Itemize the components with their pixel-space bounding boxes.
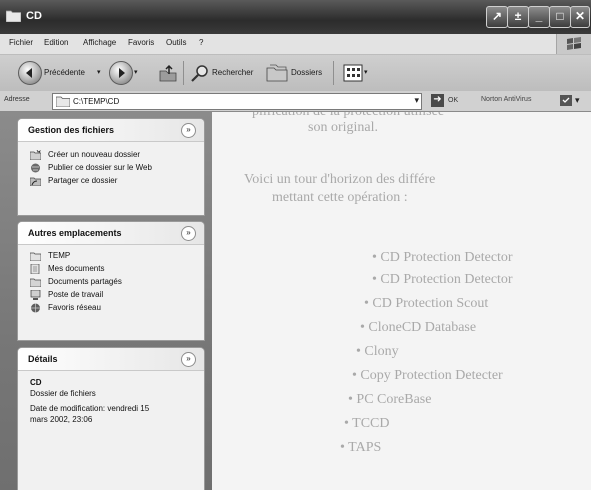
task-share-folder-label: Partager ce dossier — [48, 176, 118, 185]
other-places-header[interactable]: Autres emplacements » — [18, 222, 204, 245]
go-arrow-icon[interactable]: ➜ — [431, 94, 444, 107]
folders-icon[interactable] — [266, 64, 288, 82]
menu-fichier[interactable]: Fichier — [9, 38, 33, 47]
search-button[interactable]: Rechercher — [212, 68, 253, 77]
folder-icon — [30, 252, 41, 261]
menu-bar: Fichier Edition Affichage Favoris Outils… — [0, 34, 591, 55]
norton-antivirus-label[interactable]: Norton AntiVirus — [481, 96, 531, 103]
folder-icon — [56, 96, 70, 107]
search-icon[interactable] — [190, 63, 210, 83]
task-share-folder[interactable]: Partager ce dossier — [18, 175, 204, 188]
folders-button[interactable]: Dossiers — [291, 68, 322, 77]
task-publish-web[interactable]: Publier ce dossier sur le Web — [18, 162, 204, 175]
toolbar-separator — [333, 61, 334, 85]
background-text-line: • CloneCD Database — [360, 320, 477, 335]
details-title: Détails — [28, 354, 58, 364]
place-network-label: Favoris réseau — [48, 303, 101, 312]
menu-favoris[interactable]: Favoris — [128, 38, 154, 47]
computer-icon — [30, 290, 41, 300]
other-places-title: Autres emplacements — [28, 228, 122, 238]
details-name: CD — [30, 378, 42, 387]
background-text-line: son original. — [308, 120, 378, 135]
background-text-line: • CD Protection Detector — [372, 250, 513, 265]
details-type: Dossier de fichiers — [30, 389, 96, 398]
views-icon[interactable] — [343, 64, 363, 82]
place-computer[interactable]: Poste de travail — [18, 289, 204, 302]
place-temp[interactable]: TEMP — [18, 250, 204, 263]
place-temp-label: TEMP — [48, 251, 71, 260]
background-text-line: • TCCD — [344, 416, 390, 431]
menu-affichage[interactable]: Affichage — [83, 38, 116, 47]
address-path: C:\TEMP\CD — [73, 97, 120, 106]
background-text-line: • Clony — [356, 344, 399, 359]
menu-edition[interactable]: Edition — [44, 38, 68, 47]
collapse-chevron-icon[interactable]: » — [181, 226, 196, 241]
address-field[interactable]: C:\TEMP\CD ▾ — [52, 93, 422, 110]
background-text-line: • CD Protection Scout — [364, 296, 489, 311]
other-places-panel: Autres emplacements » TEMP Mes documents… — [18, 222, 204, 340]
menu-outils[interactable]: Outils — [166, 38, 186, 47]
close-button[interactable]: ✕ — [570, 6, 590, 28]
forward-arrow-icon[interactable] — [109, 61, 133, 85]
file-list-area[interactable]: plification de la protection utilisée so… — [212, 112, 591, 490]
details-modified-date: Date de modification: vendredi 15 — [30, 404, 150, 413]
toolbar-separator — [183, 61, 184, 85]
shared-documents-icon — [30, 278, 41, 287]
background-text-line: • Copy Protection Detecter — [352, 368, 503, 383]
publish-web-icon — [31, 163, 40, 173]
place-network[interactable]: Favoris réseau — [18, 302, 204, 315]
back-arrow-icon[interactable] — [18, 61, 42, 85]
background-text-line: • CD Protection Detector — [372, 272, 513, 287]
details-modified-time: mars 2002, 23:06 — [30, 415, 93, 424]
background-text-line: plification de la protection utilisée — [252, 112, 444, 120]
background-text-line: mettant cette opération : — [272, 190, 408, 205]
address-label: Adresse — [4, 96, 30, 103]
task-new-folder-label: Créer un nouveau dossier — [48, 150, 141, 159]
details-header[interactable]: Détails » — [18, 348, 204, 371]
network-icon — [31, 303, 40, 313]
task-new-folder[interactable]: Créer un nouveau dossier — [18, 149, 204, 162]
background-text-line: Voici un tour d'horizon des différe — [244, 172, 436, 187]
collapse-chevron-icon[interactable]: » — [181, 352, 196, 367]
menu-help[interactable]: ? — [199, 38, 203, 47]
toolbar: Précédente ▾ ▾ Rechercher Dossiers ▾ — [0, 55, 591, 92]
address-dropdown-icon[interactable]: ▾ — [414, 95, 419, 106]
up-folder-icon[interactable] — [158, 63, 178, 83]
window-title: CD — [26, 10, 42, 22]
go-button[interactable]: OK — [448, 97, 458, 104]
resize-button[interactable]: ↗ — [486, 6, 508, 28]
details-panel: Détails » CD Dossier de fichiers Date de… — [18, 348, 204, 490]
minimize-button[interactable]: _ — [528, 6, 550, 28]
background-text-line: • TAPS — [340, 440, 382, 455]
back-button[interactable]: Précédente — [44, 68, 85, 77]
task-publish-web-label: Publier ce dossier sur le Web — [48, 163, 152, 172]
file-tasks-header[interactable]: Gestion des fichiers » — [18, 119, 204, 142]
back-dropdown-icon[interactable]: ▾ — [97, 68, 101, 76]
share-folder-icon — [30, 177, 41, 186]
tile-button[interactable]: ± — [507, 6, 529, 28]
my-documents-icon — [30, 264, 40, 274]
new-folder-icon — [30, 150, 41, 160]
forward-dropdown-icon[interactable]: ▾ — [134, 68, 138, 76]
explorer-window: CD ↗ ± _ □ ✕ Fichier Edition Affichage F… — [0, 0, 591, 490]
norton-icon[interactable] — [560, 95, 572, 106]
file-tasks-panel: Gestion des fichiers » Créer un nouveau … — [18, 119, 204, 215]
title-bar[interactable]: CD ↗ ± _ □ ✕ — [0, 0, 591, 34]
address-bar: Adresse C:\TEMP\CD ▾ ➜ OK Norton AntiVir… — [0, 91, 591, 112]
task-pane: Gestion des fichiers » Créer un nouveau … — [0, 112, 212, 490]
collapse-chevron-icon[interactable]: » — [181, 123, 196, 138]
windows-logo-icon — [556, 34, 591, 54]
views-dropdown-icon[interactable]: ▾ — [364, 68, 368, 76]
place-shared-documents-label: Documents partagés — [48, 277, 122, 286]
place-shared-documents[interactable]: Documents partagés — [18, 276, 204, 289]
place-my-documents[interactable]: Mes documents — [18, 263, 204, 276]
place-computer-label: Poste de travail — [48, 290, 104, 299]
background-text-line: • PC CoreBase — [348, 392, 432, 407]
maximize-button[interactable]: □ — [549, 6, 571, 28]
file-tasks-title: Gestion des fichiers — [28, 125, 115, 135]
folder-icon — [6, 10, 21, 22]
place-my-documents-label: Mes documents — [48, 264, 105, 273]
norton-dropdown-icon[interactable]: ▾ — [575, 95, 580, 106]
